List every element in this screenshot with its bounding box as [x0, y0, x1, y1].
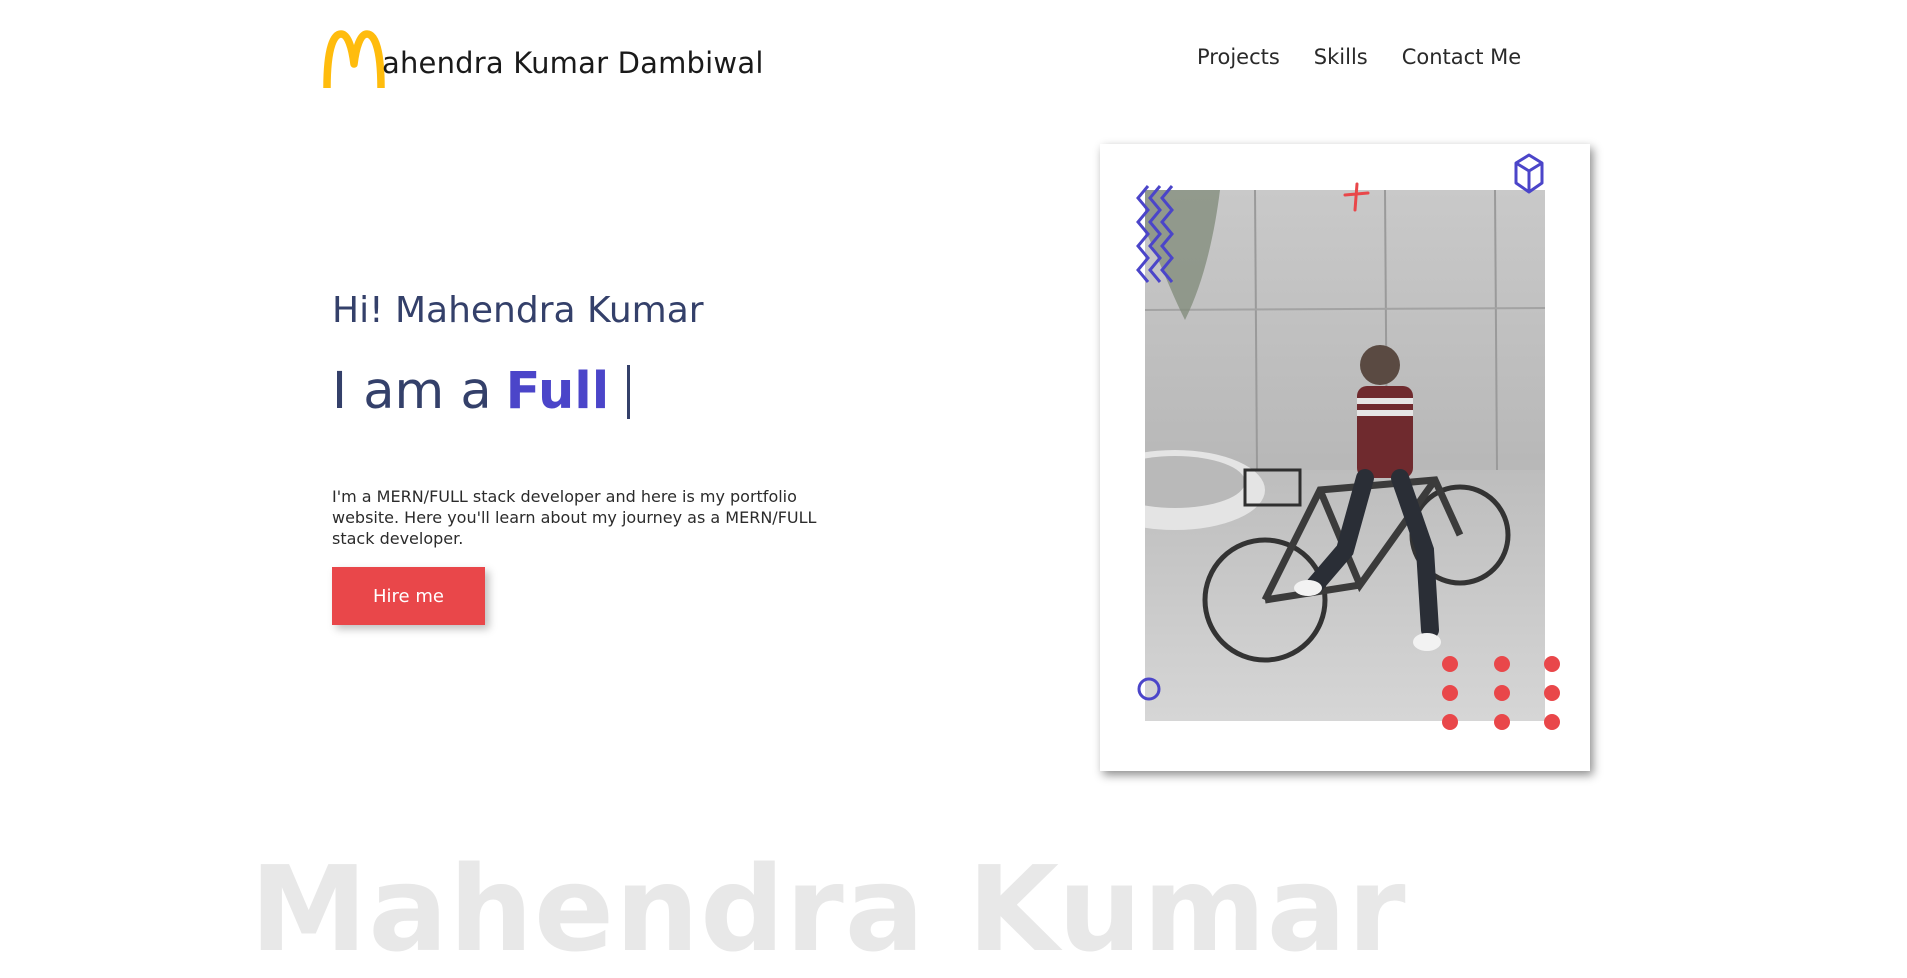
profile-photo	[1145, 190, 1545, 721]
nav-link-projects[interactable]: Projects	[1197, 45, 1280, 69]
hire-me-button[interactable]: Hire me	[332, 567, 485, 625]
background-name-watermark: Mahendra Kumar	[250, 840, 1407, 978]
brand-logo-link[interactable]: ahendra Kumar Dambiwal	[323, 28, 764, 90]
zigzag-decoration-icon	[1136, 185, 1174, 283]
role-typed-text: Full	[505, 362, 610, 421]
golden-arches-m-icon	[323, 30, 385, 89]
role-prefix: I am a	[332, 362, 492, 421]
cube-decoration-icon	[1514, 153, 1544, 194]
site-header: ahendra Kumar Dambiwal Projects Skills C…	[0, 0, 1907, 120]
typing-caret	[627, 364, 631, 419]
brand-name: ahendra Kumar Dambiwal	[382, 46, 764, 80]
plus-decoration-icon	[1343, 182, 1370, 212]
dot-grid-decoration-icon	[1442, 656, 1560, 730]
hero-intro: I'm a MERN/FULL stack developer and here…	[332, 487, 817, 548]
nav-link-contact[interactable]: Contact Me	[1402, 45, 1521, 69]
hero-greeting: Hi! Mahendra Kumar	[332, 290, 704, 331]
profile-photo-card	[1100, 144, 1590, 771]
hero-role-line: I am a Full	[332, 362, 631, 421]
circle-decoration-icon	[1137, 677, 1161, 701]
nav-link-skills[interactable]: Skills	[1314, 45, 1368, 69]
main-nav: Projects Skills Contact Me	[1197, 45, 1521, 69]
